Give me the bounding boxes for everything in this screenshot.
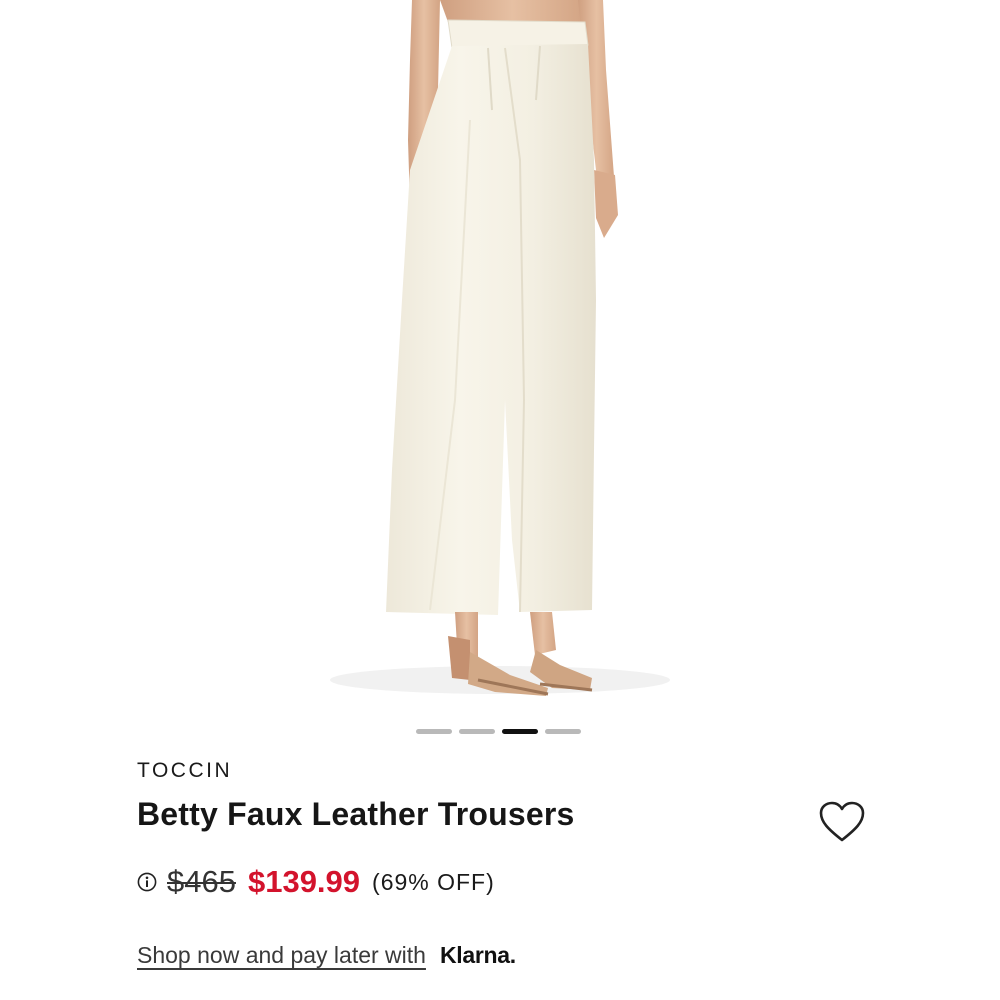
wishlist-button[interactable] <box>818 800 866 844</box>
info-icon[interactable] <box>137 872 157 892</box>
image-carousel-indicator <box>416 729 581 734</box>
product-brand[interactable]: TOCCIN <box>137 759 232 783</box>
carousel-dot-3-active[interactable] <box>502 729 538 734</box>
product-photo <box>330 0 670 696</box>
price-row: $465 $139.99 (69% OFF) <box>137 862 495 902</box>
sale-price: $139.99 <box>247 864 361 899</box>
carousel-dot-1[interactable] <box>416 729 452 734</box>
carousel-dot-4[interactable] <box>545 729 581 734</box>
discount-label: (69% OFF) <box>372 868 495 895</box>
product-page: TOCCIN Betty Faux Leather Trousers $465 … <box>0 0 1000 1000</box>
klarna-link[interactable]: Shop now and pay later with <box>137 942 426 969</box>
klarna-logo: Klarna. <box>439 941 516 968</box>
heart-icon <box>819 801 865 842</box>
carousel-dot-2[interactable] <box>459 729 495 734</box>
original-price: $465 <box>167 864 236 899</box>
klarna-row: Shop now and pay later with Klarna. <box>137 938 516 972</box>
product-image[interactable] <box>0 0 1000 715</box>
product-title: Betty Faux Leather Trousers <box>137 796 575 832</box>
